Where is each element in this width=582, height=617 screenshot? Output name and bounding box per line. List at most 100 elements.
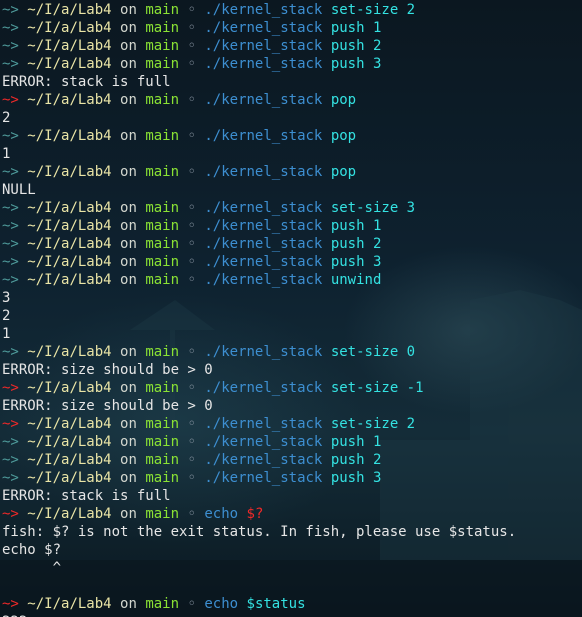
prompt-separator-icon: ◦ (187, 218, 196, 234)
prompt-line: ~> ~/I/a/Lab4 on main ◦ ./kernel_stack p… (2, 163, 582, 181)
command-name: ./kernel_stack (204, 38, 323, 54)
output-text: NULL (2, 182, 36, 198)
output-line: 222 (2, 613, 582, 617)
prompt-arrow-icon: ~> (2, 218, 19, 234)
command-args: pop (330, 128, 357, 144)
prompt-separator-icon: ◦ (187, 470, 196, 486)
command-name: ./kernel_stack (204, 254, 323, 270)
output-text: echo $? (2, 542, 62, 558)
git-branch: main (145, 596, 180, 612)
prompt-arrow-icon: ~> (2, 344, 19, 360)
output-line: 1 (2, 325, 582, 343)
prompt-line: ~> ~/I/a/Lab4 on main ◦ ./kernel_stack s… (2, 199, 582, 217)
command-args: push 2 (330, 38, 382, 54)
prompt-line: ~> ~/I/a/Lab4 on main ◦ echo $status (2, 595, 582, 613)
command-args: set-size 2 (330, 416, 416, 432)
prompt-path: ~/I/a/Lab4 (27, 452, 112, 468)
prompt-arrow-icon: ~> (2, 56, 19, 72)
output-text: 2 (2, 110, 11, 126)
prompt-line: ~> ~/I/a/Lab4 on main ◦ echo $? (2, 505, 582, 523)
prompt-separator-icon: ◦ (187, 596, 196, 612)
prompt-separator-icon: ◦ (187, 344, 196, 360)
prompt-separator-icon: ◦ (187, 416, 196, 432)
command-args: push 1 (330, 20, 382, 36)
output-line: ^ (2, 559, 582, 577)
git-branch: main (145, 2, 180, 18)
command-args: push 3 (330, 56, 382, 72)
command-args: unwind (330, 272, 382, 288)
command-name: ./kernel_stack (204, 380, 323, 396)
prompt-arrow-icon: ~> (2, 20, 19, 36)
prompt-separator-icon: ◦ (187, 20, 196, 36)
prompt-line: ~> ~/I/a/Lab4 on main ◦ ./kernel_stack p… (2, 451, 582, 469)
prompt-on-label: on (120, 452, 137, 468)
prompt-arrow-icon: ~> (2, 2, 19, 18)
output-text: ERROR: size should be > 0 (2, 398, 213, 414)
prompt-line: ~> ~/I/a/Lab4 on main ◦ ./kernel_stack s… (2, 343, 582, 361)
prompt-arrow-icon: ~> (2, 164, 19, 180)
git-branch: main (145, 164, 180, 180)
command-name: ./kernel_stack (204, 20, 323, 36)
output-line: ERROR: size should be > 0 (2, 397, 582, 415)
git-branch: main (145, 92, 180, 108)
prompt-on-label: on (120, 272, 137, 288)
prompt-separator-icon: ◦ (187, 200, 196, 216)
output-text: fish: $? is not the exit status. In fish… (2, 524, 517, 540)
output-text: 3 (2, 290, 11, 306)
git-branch: main (145, 128, 180, 144)
output-line: 1 (2, 145, 582, 163)
prompt-separator-icon: ◦ (187, 164, 196, 180)
git-branch: main (145, 254, 180, 270)
git-branch: main (145, 452, 180, 468)
prompt-line: ~> ~/I/a/Lab4 on main ◦ ./kernel_stack p… (2, 19, 582, 37)
git-branch: main (145, 218, 180, 234)
prompt-arrow-icon: ~> (2, 200, 19, 216)
command-name: echo (204, 596, 239, 612)
output-line: 2 (2, 307, 582, 325)
prompt-separator-icon: ◦ (187, 128, 196, 144)
command-name: echo (204, 506, 239, 522)
prompt-line: ~> ~/I/a/Lab4 on main ◦ ./kernel_stack p… (2, 253, 582, 271)
prompt-on-label: on (120, 506, 137, 522)
prompt-path: ~/I/a/Lab4 (27, 596, 112, 612)
prompt-separator-icon: ◦ (187, 2, 196, 18)
prompt-arrow-icon: ~> (2, 470, 19, 486)
prompt-arrow-icon: ~> (2, 452, 19, 468)
command-name: ./kernel_stack (204, 236, 323, 252)
prompt-path: ~/I/a/Lab4 (27, 380, 112, 396)
command-args: $status (246, 596, 306, 612)
output-line: fish: $? is not the exit status. In fish… (2, 523, 582, 541)
prompt-on-label: on (120, 200, 137, 216)
output-line: 2 (2, 109, 582, 127)
git-branch: main (145, 434, 180, 450)
prompt-line: ~> ~/I/a/Lab4 on main ◦ ./kernel_stack s… (2, 379, 582, 397)
command-args: push 1 (330, 218, 382, 234)
terminal-window[interactable]: ~> ~/I/a/Lab4 on main ◦ ./kernel_stack s… (0, 0, 582, 617)
prompt-path: ~/I/a/Lab4 (27, 2, 112, 18)
git-branch: main (145, 200, 180, 216)
prompt-separator-icon: ◦ (187, 38, 196, 54)
prompt-line: ~> ~/I/a/Lab4 on main ◦ ./kernel_stack s… (2, 1, 582, 19)
command-name: ./kernel_stack (204, 164, 323, 180)
output-text: ERROR: stack is full (2, 74, 171, 90)
prompt-separator-icon: ◦ (187, 92, 196, 108)
command-name: ./kernel_stack (204, 218, 323, 234)
prompt-on-label: on (120, 218, 137, 234)
git-branch: main (145, 56, 180, 72)
prompt-path: ~/I/a/Lab4 (27, 506, 112, 522)
prompt-arrow-icon: ~> (2, 38, 19, 54)
prompt-path: ~/I/a/Lab4 (27, 20, 112, 36)
command-args: push 3 (330, 470, 382, 486)
prompt-line: ~> ~/I/a/Lab4 on main ◦ ./kernel_stack p… (2, 91, 582, 109)
output-text: 2 (2, 308, 11, 324)
command-args: pop (330, 164, 357, 180)
output-line: 3 (2, 289, 582, 307)
prompt-arrow-icon: ~> (2, 596, 19, 612)
prompt-line: ~> ~/I/a/Lab4 on main ◦ ./kernel_stack p… (2, 217, 582, 235)
prompt-arrow-icon: ~> (2, 416, 19, 432)
command-name: ./kernel_stack (204, 434, 323, 450)
command-name: ./kernel_stack (204, 200, 323, 216)
command-args: push 2 (330, 236, 382, 252)
output-line: NULL (2, 181, 582, 199)
git-branch: main (145, 38, 180, 54)
